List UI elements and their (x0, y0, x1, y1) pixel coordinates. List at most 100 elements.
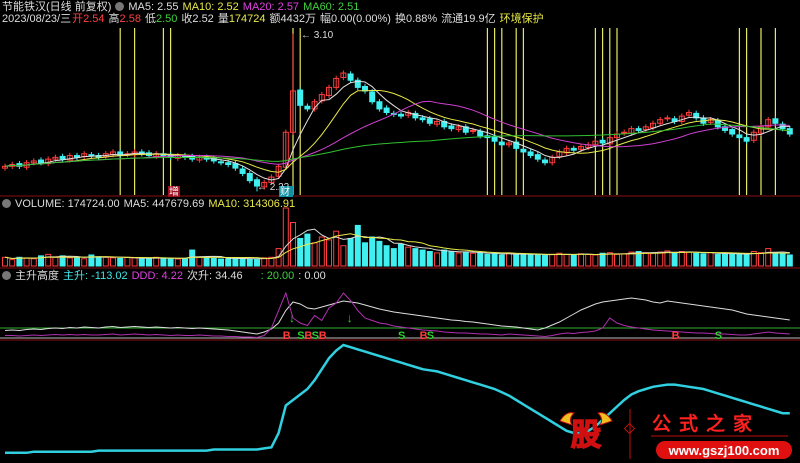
volume-bar (254, 259, 260, 267)
volume-bar (714, 253, 721, 267)
ma20-line (4, 100, 790, 167)
volume-bar (383, 245, 390, 267)
settings-dot-icon[interactable] (2, 271, 11, 280)
turnover: 换0.88% (394, 13, 438, 25)
line-0-value: : 0.00 (298, 270, 326, 282)
volume-bar (657, 251, 664, 267)
volume-bar (707, 252, 714, 267)
zs-value: 主升: -113.02 (63, 270, 128, 282)
volume-bar (722, 252, 728, 267)
logo-name: 公式之家 (652, 412, 760, 435)
settings-dot-icon[interactable] (2, 199, 11, 208)
volume-bar (138, 258, 145, 267)
candle-body (772, 118, 779, 124)
bs-signal: S (398, 330, 405, 342)
candle-body (246, 172, 253, 182)
settings-dot-icon[interactable] (115, 2, 125, 11)
ma10-line (4, 89, 790, 173)
bs-signal: S (715, 330, 722, 342)
candle-body (225, 162, 232, 166)
logo-char: 股 (571, 419, 601, 452)
ddd-value: DDD: 4.22 (131, 270, 183, 282)
volume-bar (772, 252, 779, 267)
volume-bar (592, 254, 599, 267)
volume-bar (513, 253, 520, 267)
volume-bar (477, 252, 484, 267)
volume-bar (779, 253, 786, 267)
volume-bar (290, 222, 296, 267)
volume-bar (520, 253, 527, 267)
candle-body (527, 151, 534, 157)
volume-bar (326, 239, 332, 267)
volume-bar (462, 251, 469, 267)
volume-bar (426, 251, 433, 267)
volume-bar (218, 258, 224, 267)
volume-bar (239, 257, 246, 267)
ma10-label: MA10: 2.52 (182, 1, 239, 13)
volume-bar (455, 252, 462, 267)
volume: 174724 (228, 13, 266, 25)
volume-bar (246, 258, 253, 267)
volume-bar (441, 249, 448, 267)
vol-label: 量 (217, 13, 229, 25)
candle-body (570, 147, 577, 151)
volume-bar (354, 224, 361, 267)
volume-bar (412, 248, 419, 267)
volume-bar (347, 237, 354, 267)
volume-bar (23, 257, 30, 267)
candle-body (599, 139, 606, 144)
candle-body (729, 129, 736, 135)
volume-bar (765, 248, 772, 267)
volume-bar (225, 258, 232, 267)
candle-body (297, 89, 304, 106)
concept[interactable]: 环境保护 (500, 13, 544, 25)
candle-body (621, 131, 628, 134)
volume-bar (650, 252, 656, 267)
candle-body (635, 128, 642, 131)
volume-bar (678, 251, 685, 267)
volume-bar (527, 254, 534, 267)
volume-bar (362, 242, 368, 267)
volume-bar (578, 253, 584, 267)
volume-bar (167, 258, 174, 267)
volume-bar (736, 253, 743, 267)
volume-bar (621, 253, 628, 267)
volume-bar (174, 258, 181, 267)
candle-body (59, 155, 66, 160)
volume-bar (9, 259, 16, 267)
candle-body (520, 148, 527, 153)
high: 2.58 (119, 13, 141, 25)
candle-body (491, 136, 498, 142)
quote-line: 2023/08/23/三开2.54 高2.58 低2.50 收2.52 量174724 额… (2, 13, 548, 26)
volume-bar (45, 253, 52, 267)
volume-bar (484, 253, 491, 267)
volume-bar (203, 257, 210, 267)
volume-bar (570, 254, 577, 267)
bs-signal: B (319, 330, 327, 342)
indicator-name[interactable]: 主升高度 (15, 270, 59, 282)
candle-body (477, 130, 484, 137)
volume-bar (506, 252, 512, 267)
stock-title[interactable]: 节能铁汉(日线 前复权) (2, 1, 111, 13)
volume-bar (534, 253, 541, 267)
volume-bar (614, 253, 620, 267)
candle-body (448, 125, 455, 130)
gszj-logo: 股 公式之家 www.gszj100.com (556, 403, 796, 461)
vol-ma5: MA5: 447679.69 (123, 198, 205, 210)
date: 2023/08/23/三 (2, 13, 72, 25)
volume-bar (369, 236, 376, 267)
volume-bar (160, 257, 167, 267)
volume-bar (131, 257, 138, 267)
volume-bar (52, 256, 59, 267)
volume-bar (2, 256, 8, 267)
volume-bar (81, 258, 88, 267)
volume-bar (743, 254, 750, 267)
change: 幅0.00(0.00%) (320, 13, 391, 25)
logo-url[interactable]: www.gszj100.com (668, 443, 780, 458)
volume-bar (398, 243, 404, 267)
open-label: 开 (72, 13, 84, 25)
vol-ma10: MA10: 314306.91 (208, 198, 296, 210)
stock-chart: ← 3.10← 2.22增 财B S B S B S B S B S↓ ↓ (0, 28, 800, 455)
volume-bar (182, 257, 188, 267)
volume-bar (686, 251, 692, 267)
